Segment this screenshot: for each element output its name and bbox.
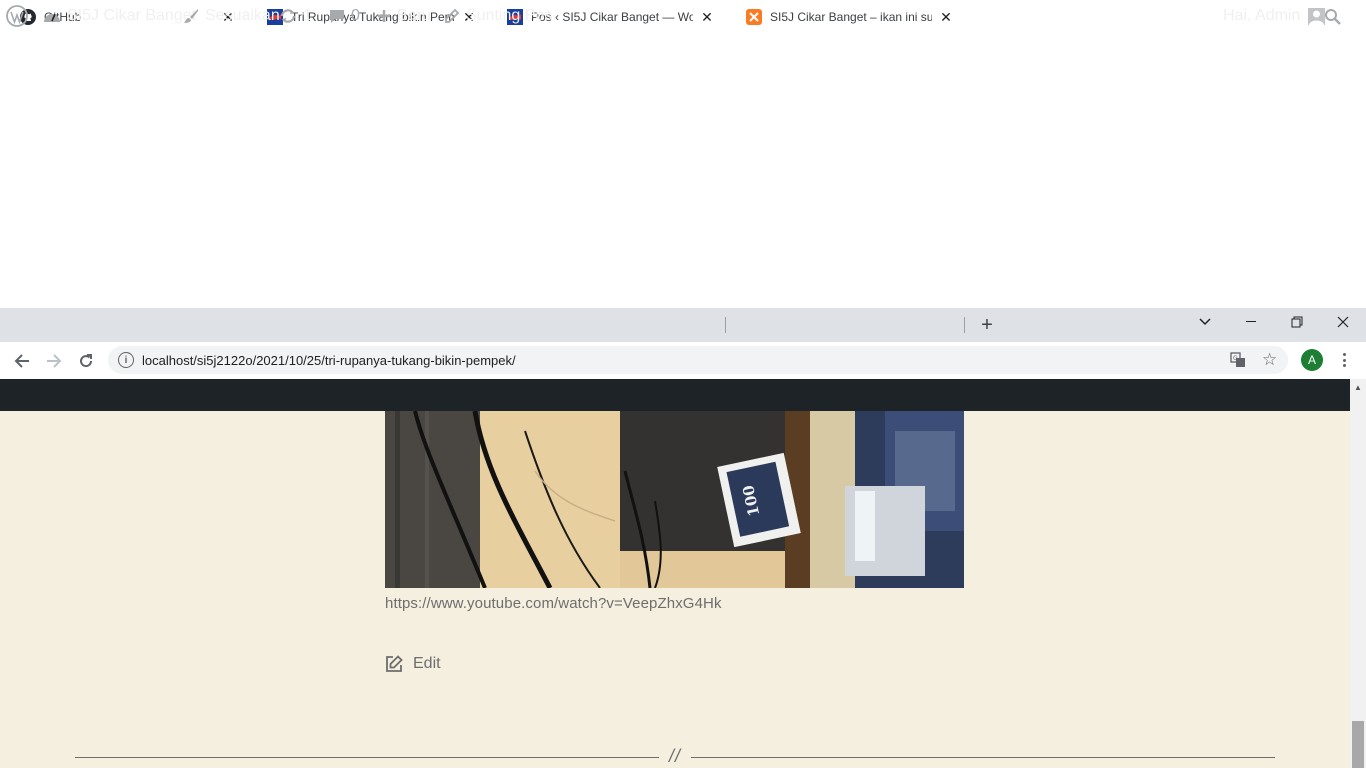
new-label: Baru (397, 7, 431, 24)
updates-count: 1 (303, 7, 312, 24)
admin-bar-site-name[interactable]: SI5J Cikar Banget (43, 0, 196, 32)
bookmark-star-icon[interactable]: ☆ (1262, 350, 1277, 370)
admin-bar-new[interactable]: Baru (377, 0, 431, 32)
admin-bar-edit-post[interactable]: Sunting Pos (444, 0, 552, 32)
separator-mark: // (659, 745, 691, 767)
greeting-label: Hai, Admin (1223, 7, 1301, 24)
close-icon[interactable]: ✕ (938, 9, 954, 25)
site-name-label: SI5J Cikar Banget (67, 7, 196, 24)
customize-label: Sesuaikan (205, 7, 280, 24)
tab-separator (964, 317, 965, 333)
back-button[interactable] (9, 348, 35, 374)
paintbrush-icon (183, 8, 199, 24)
close-icon[interactable]: ✕ (699, 9, 715, 25)
edit-label: Edit (413, 655, 441, 672)
edit-post-link[interactable]: Edit (385, 655, 441, 673)
profile-avatar[interactable]: A (1301, 349, 1323, 371)
edit-icon (386, 655, 403, 672)
admin-bar-comments[interactable]: 0 (329, 0, 360, 32)
post-image: 100 (385, 411, 964, 588)
restore-button[interactable] (1274, 308, 1320, 336)
comment-bubble-icon (329, 8, 345, 24)
wp-admin-bar (0, 379, 1350, 411)
admin-bar-search-icon[interactable] (1324, 0, 1341, 32)
scroll-thumb[interactable] (1352, 721, 1364, 768)
browser-menu-icon[interactable] (1336, 350, 1352, 370)
url-text: localhost/si5j2122o/2021/10/25/tri-rupan… (142, 353, 516, 368)
wordpress-logo-icon[interactable] (6, 0, 28, 32)
tab-site-home[interactable]: SI5J Cikar Banget – ikan ini super ✕ (726, 0, 964, 34)
scroll-up-arrow-icon[interactable]: ▲ (1350, 379, 1366, 395)
address-bar[interactable]: i localhost/si5j2122o/2021/10/25/tri-rup… (108, 346, 1288, 374)
tab-title: Pos ‹ SI5J Cikar Banget — WordPress (531, 10, 693, 24)
youtube-link[interactable]: https://www.youtube.com/watch?v=VeepZhxG… (385, 595, 722, 612)
site-info-icon[interactable]: i (118, 352, 134, 368)
tab-separator (725, 317, 726, 333)
pencil-icon (444, 8, 460, 24)
tab-strip (0, 308, 1366, 342)
svg-text:G: G (1233, 355, 1238, 362)
minimize-button[interactable] (1228, 308, 1274, 336)
page-scrollbar[interactable] (1350, 379, 1366, 768)
admin-bar-updates[interactable]: 1 (279, 0, 312, 32)
dashboard-gauge-icon (43, 8, 61, 24)
admin-bar-customize[interactable]: Sesuaikan (183, 0, 280, 32)
close-window-button[interactable] (1320, 308, 1366, 336)
tab-search-button[interactable] (1182, 308, 1228, 336)
admin-bar-account[interactable]: Hai, Admin (1223, 0, 1326, 32)
reload-button[interactable] (73, 348, 99, 374)
user-avatar (1308, 7, 1326, 25)
tab-title: SI5J Cikar Banget – ikan ini super (770, 10, 932, 24)
plus-icon (377, 9, 391, 23)
translate-icon[interactable]: G (1230, 352, 1246, 368)
new-tab-button[interactable]: + (976, 314, 998, 336)
edit-post-label: Sunting Pos (466, 7, 553, 24)
blank-area (0, 0, 1366, 308)
updates-icon (279, 8, 297, 24)
forward-button[interactable] (41, 348, 67, 374)
comments-count: 0 (351, 7, 360, 24)
xampp-icon (746, 9, 762, 25)
